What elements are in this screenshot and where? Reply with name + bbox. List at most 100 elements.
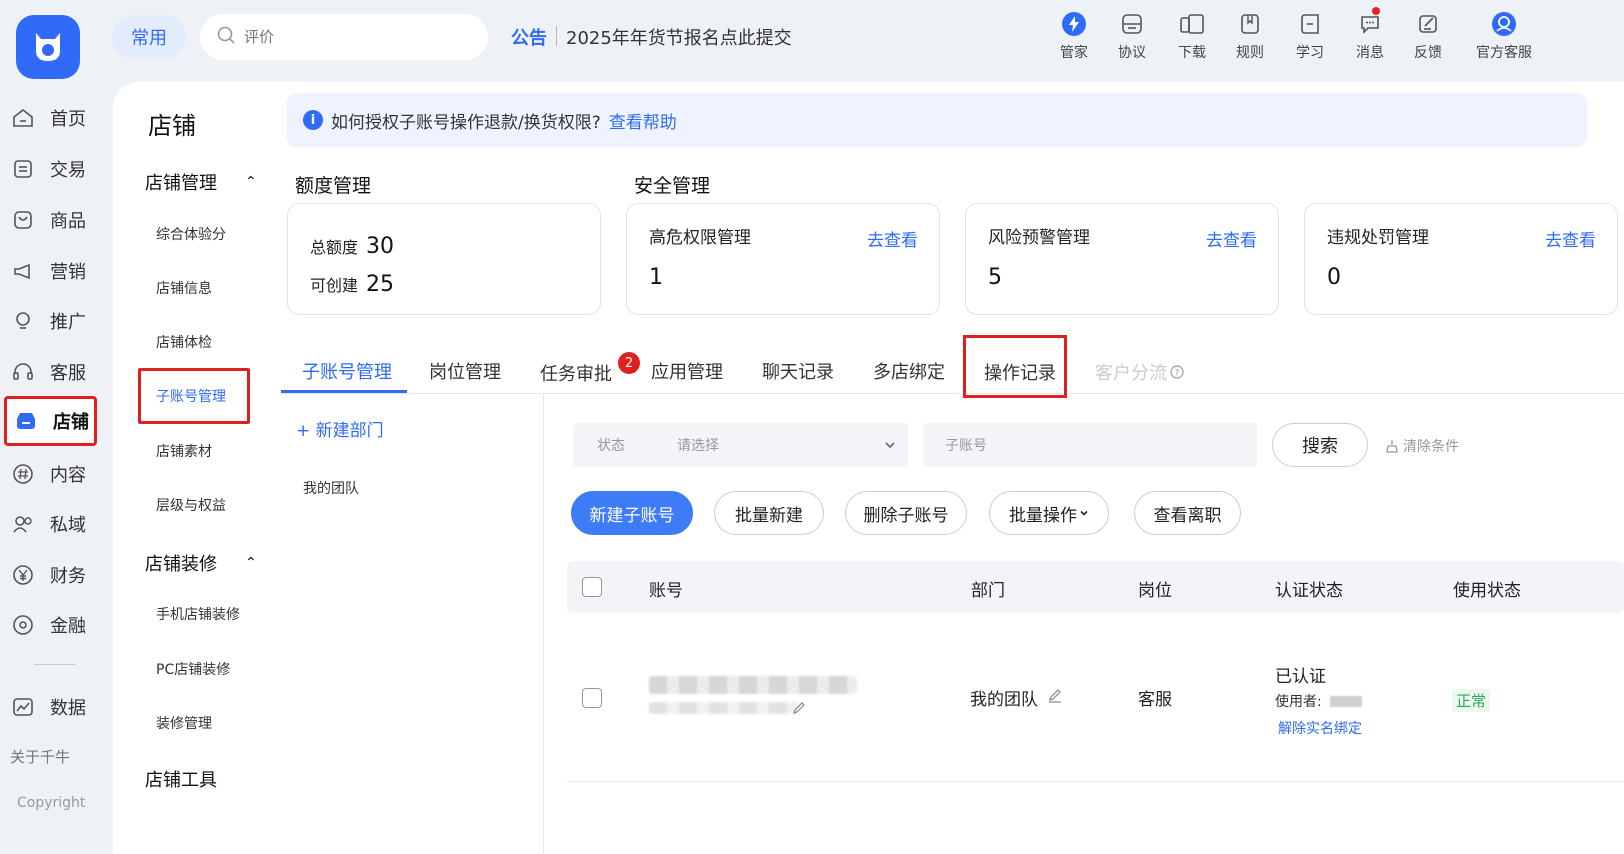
row-checkbox[interactable] (582, 688, 602, 708)
view-link[interactable]: 去查看 (1206, 226, 1257, 251)
tool-label: 下载 (1178, 45, 1206, 61)
help-icon[interactable]: ? (1170, 365, 1184, 379)
security-card-violation: 违规处罚管理 去查看 0 (1304, 203, 1618, 315)
chevron-down-icon (884, 439, 896, 451)
subnav-item-store-assets[interactable]: 店铺素材 (156, 441, 212, 461)
tool-messages[interactable]: 消息 (1342, 7, 1398, 62)
product-icon (10, 207, 36, 233)
unbind-realname-link[interactable]: 解除实名绑定 (1278, 718, 1362, 738)
subnav-item-store-checkup[interactable]: 店铺体检 (156, 332, 212, 352)
nav-label: 数据 (50, 698, 86, 719)
card-value: 1 (649, 265, 663, 290)
copyright-text: Copyright (17, 795, 86, 811)
card-title: 高危权限管理 (649, 228, 751, 248)
delete-subaccount-button[interactable]: 删除子账号 (845, 491, 967, 535)
rules-icon (1222, 10, 1278, 38)
nav-item-product[interactable]: 商品 (4, 197, 97, 243)
view-resigned-button[interactable]: 查看离职 (1134, 491, 1241, 535)
tab-task-approval[interactable]: 任务审批 (540, 360, 612, 386)
tab-customer-routing[interactable]: 客户分流? (1095, 359, 1184, 385)
subnav-item-subaccount[interactable]: 子账号管理 (138, 368, 250, 424)
tab-position-management[interactable]: 岗位管理 (429, 358, 501, 384)
batch-create-button[interactable]: 批量新建 (714, 491, 824, 535)
tab-subaccount-management[interactable]: 子账号管理 (302, 358, 392, 384)
account-id-redacted (649, 702, 799, 714)
main-content: i 如何授权子账号操作退款/换货权限? 查看帮助 额度管理 安全管理 总额度 30… (281, 82, 1624, 854)
nav-label: 私域 (50, 515, 86, 536)
table-header: 账号 部门 岗位 认证状态 使用状态 (567, 561, 1624, 613)
tool-study[interactable]: 学习 (1282, 10, 1338, 62)
nav-item-promotion[interactable]: 推广 (4, 298, 97, 344)
subnav-item-store-info[interactable]: 店铺信息 (156, 278, 212, 298)
subnav-item-decoration-management[interactable]: 装修管理 (156, 713, 212, 733)
nav-item-private[interactable]: 私域 (4, 501, 97, 547)
nav-item-home[interactable]: 首页 (4, 95, 97, 141)
yen-icon (10, 562, 36, 588)
help-link[interactable]: 查看帮助 (609, 108, 677, 133)
view-link[interactable]: 去查看 (867, 226, 918, 251)
store-icon (13, 408, 39, 434)
nav-item-store[interactable]: 店铺 (4, 396, 97, 446)
tool-label: 官方客服 (1476, 45, 1532, 61)
quota-section-title: 额度管理 (295, 175, 372, 197)
quota-total-value: 30 (366, 234, 395, 259)
select-all-checkbox[interactable] (582, 577, 602, 597)
nav-item-banking[interactable]: 金融 (4, 602, 97, 648)
status-select[interactable]: 状态 请选择 (573, 423, 908, 467)
nav-item-finance[interactable]: 财务 (4, 552, 97, 598)
security-card-risk-warning: 风险预警管理 去查看 5 (965, 203, 1279, 315)
tool-rules[interactable]: 规则 (1222, 10, 1278, 62)
announcement-link[interactable]: 2025年年货节报名点此提交 (566, 24, 792, 50)
devices-icon (1164, 10, 1220, 38)
search-input[interactable] (244, 28, 464, 46)
nav-item-data[interactable]: 数据 (4, 684, 97, 730)
department-item-my-team[interactable]: 我的团队 (303, 478, 359, 498)
headset-icon (10, 359, 36, 385)
edit-department-icon[interactable] (1047, 688, 1063, 708)
tab-chat-records[interactable]: 聊天记录 (762, 358, 834, 384)
tool-feedback[interactable]: 反馈 (1400, 10, 1456, 62)
tool-agreement[interactable]: 协议 (1104, 10, 1160, 62)
row-department: 我的团队 (970, 690, 1038, 710)
new-department-button[interactable]: + 新建部门 (296, 416, 384, 441)
row-divider (567, 781, 1624, 782)
tab-multi-store-binding[interactable]: 多店绑定 (873, 358, 945, 384)
search-button[interactable]: 搜索 (1272, 423, 1368, 467)
new-subaccount-button[interactable]: 新建子账号 (571, 491, 693, 535)
nav-about-link[interactable]: 关于千牛 (10, 746, 70, 767)
status-label: 状态 (597, 438, 625, 454)
clear-filters-button[interactable]: 清除条件 (1385, 436, 1459, 456)
subnav-item-experience-score[interactable]: 综合体验分 (156, 224, 226, 244)
nav-item-marketing[interactable]: 营销 (4, 248, 97, 294)
subnav-item-tier-benefits[interactable]: 层级与权益 (156, 495, 226, 515)
global-search[interactable] (200, 14, 488, 60)
nav-item-content[interactable]: 内容 (4, 451, 97, 497)
nav-label: 首页 (50, 109, 86, 130)
nav-label: 交易 (50, 160, 86, 181)
subnav-group-store-tools[interactable]: 店铺工具 (145, 766, 217, 792)
subnav-group-store-decoration[interactable]: 店铺装修 ⌃ (145, 550, 257, 576)
subnav-group-store-management[interactable]: 店铺管理 ⌃ (145, 169, 257, 195)
tool-download[interactable]: 下载 (1164, 10, 1220, 62)
left-nav: 首页 交易 商品 营销 推广 客服 店铺 内容 私域 财务 金融 数据 关于千牛… (0, 0, 113, 854)
subnav-item-mobile-decoration[interactable]: 手机店铺装修 (156, 604, 240, 624)
common-button[interactable]: 常用 (112, 15, 186, 59)
nav-item-service[interactable]: 客服 (4, 349, 97, 395)
nav-item-trade[interactable]: 交易 (4, 146, 97, 192)
tab-label: 客户分流 (1095, 363, 1167, 384)
batch-operation-dropdown[interactable]: 批量操作 (989, 491, 1109, 535)
nav-divider (34, 664, 76, 665)
edit-icon[interactable] (792, 700, 806, 719)
nav-label: 营销 (50, 262, 86, 283)
view-link[interactable]: 去查看 (1545, 226, 1596, 251)
tab-app-management[interactable]: 应用管理 (651, 358, 723, 384)
tool-butler[interactable]: 管家 (1046, 10, 1102, 62)
card-value: 5 (988, 265, 1002, 290)
subnav-item-pc-decoration[interactable]: PC店铺装修 (156, 659, 230, 679)
feedback-icon (1400, 10, 1456, 38)
megaphone-icon (10, 258, 36, 284)
subaccount-input[interactable]: 子账号 (923, 423, 1257, 467)
app-logo[interactable] (16, 15, 80, 79)
tool-official-service[interactable]: 官方客服 (1469, 10, 1539, 62)
batch-operation-label: 批量操作 (1009, 505, 1077, 526)
